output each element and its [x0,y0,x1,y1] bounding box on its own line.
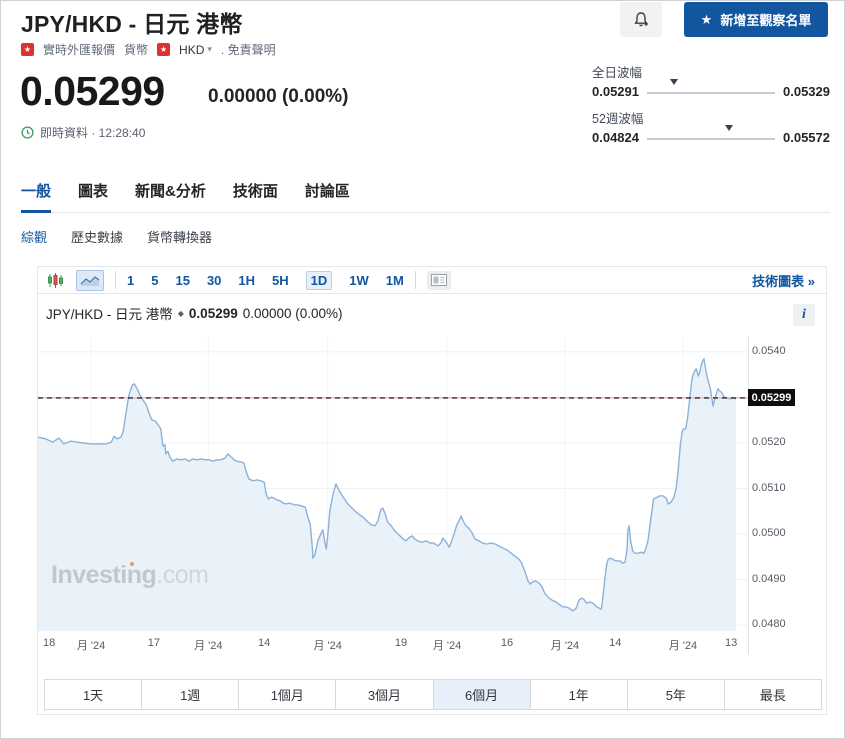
day-range-label: 全日波幅 [592,66,643,80]
technical-chart-link[interactable]: 技術圖表 » [752,271,826,290]
interval-30[interactable]: 30 [207,273,221,288]
bell-plus-icon [632,11,650,29]
timeframe-1week[interactable]: 1週 [142,680,240,709]
timeframe-max[interactable]: 最長 [724,680,821,709]
day-range-row: 0.05291 0.05329 [592,78,830,104]
pair-selector[interactable]: HKD ▾ [179,43,212,57]
day-range-track [647,78,775,104]
y-tick-label: 0.0520 [752,435,786,448]
timeframe-6months[interactable]: 6個月 [433,680,531,709]
x-tick-label: 14 [609,637,622,649]
page-title: JPY/HKD - 日元 港幣 [21,11,243,37]
day-range-high: 0.05329 [783,84,830,99]
news-panel-icon[interactable] [426,270,451,290]
sub-nav: 綜觀 歷史數據 貨幣轉換器 [21,227,212,246]
interval-1d[interactable]: 1D [305,270,333,290]
x-tick-label: 19 [394,637,408,649]
x-tick-label: 月 '24 [668,640,698,652]
interval-1h[interactable]: 1H [238,273,255,288]
breadcrumb-item-currency[interactable]: 貨幣 [124,41,148,58]
info-button[interactable]: i [793,304,815,326]
x-tick-label: 月 '24 [194,640,223,652]
y-tick-label: 0.0510 [752,481,786,494]
main-tabs: 一般 圖表 新聞&分析 技術面 討論區 [21,180,350,213]
chart-toolbar: 1 5 15 30 1H 5H 1D 1W 1M 技術圖表 » [38,267,826,294]
area-chart-icon[interactable] [76,269,104,291]
x-tick-label: 18 [43,637,56,649]
timeframe-1day[interactable]: 1天 [45,680,143,709]
toolbar-separator [115,271,116,289]
pair-label: HKD [179,42,205,57]
chart-title-change: 0.00000 (0.00%) [242,305,343,321]
candlestick-chart-icon[interactable] [44,270,66,291]
chart-instrument-name: JPY/HKD - 日元 港幣 [46,307,173,322]
alert-bell-button[interactable] [620,2,662,37]
week52-range-track [647,124,775,150]
y-axis-line [748,336,749,654]
timeframe-1month[interactable]: 1個月 [239,680,337,709]
x-tick-label: 月 '24 [76,640,106,652]
interval-5[interactable]: 5 [151,273,158,288]
y-tick-label: 0.0480 [752,618,786,631]
week52-range-row: 0.04824 0.05572 [592,124,830,150]
y-tick-label: 0.0500 [752,527,786,540]
timeframe-1year[interactable]: 1年 [530,680,628,709]
chart-title-row: JPY/HKD - 日元 港幣 ◆ 0.05299 0.00000 (0.00%… [46,303,343,323]
y-tick-label: 0.0490 [752,572,786,585]
realtime-label: 即時資料 · 12:28:40 [40,126,146,140]
breadcrumb-item-realtime[interactable]: 實時外匯報價 [43,41,115,58]
subnav-currency-converter[interactable]: 貨幣轉換器 [147,227,212,246]
forex-quote-page: { "page": { "header": { "title": "JPY/HK… [0,0,845,739]
tab-news-analysis[interactable]: 新聞&分析 [135,180,206,213]
clock-icon [21,126,34,139]
diamond-icon: ◆ [177,308,184,318]
x-tick-label: 17 [147,637,160,649]
star-icon: ★ [700,11,713,27]
x-tick-label: 16 [500,637,514,649]
week52-range-high: 0.05572 [783,130,830,145]
chart-card: 1 5 15 30 1H 5H 1D 1W 1M 技術圖表 » JPY/HKD … [37,266,827,715]
week52-range-label: 52週波幅 [592,112,644,126]
week52-range-low: 0.04824 [592,130,639,145]
x-tick-label: 13 [724,637,738,649]
interval-5h[interactable]: 5H [272,273,289,288]
subnav-historical-data[interactable]: 歷史數據 [71,227,123,246]
hk-flag-icon: ★ [157,43,171,56]
interval-group: 1 5 15 30 1H 5H 1D 1W 1M [127,270,404,290]
interval-1w[interactable]: 1W [349,273,369,288]
day-range-low: 0.05291 [592,84,639,99]
price-chart[interactable]: 0.05400.05300.05200.05100.05000.04900.04… [38,336,795,654]
flag-icon: ★ [21,43,34,56]
interval-1m[interactable]: 1M [386,273,404,288]
x-tick-label: 月 '24 [313,640,342,652]
timeframe-5years[interactable]: 5年 [627,680,725,709]
tab-general[interactable]: 一般 [21,180,52,213]
add-to-watchlist-button[interactable]: ★ 新增至觀察名單 [684,2,828,37]
timeframe-3months[interactable]: 3個月 [336,680,434,709]
price-change: 0.00000 (0.00%) [208,86,349,107]
breadcrumb: ★ 實時外匯報價 貨幣 ★ HKD ▾ . 免責聲明 [21,41,276,58]
interval-15[interactable]: 15 [175,273,189,288]
interval-1[interactable]: 1 [127,273,134,288]
tab-technical[interactable]: 技術面 [233,180,278,213]
timeframe-buttons: 1天 1週 1個月 3個月 6個月 1年 5年 最長 [44,679,822,710]
x-tick-label: 月 '24 [432,640,462,652]
x-tick-label: 14 [258,637,271,649]
chart-title-price: 0.05299 [188,305,238,321]
tab-discussion[interactable]: 討論區 [305,180,350,213]
realtime-row: 即時資料 · 12:28:40 [21,124,145,141]
subnav-overview[interactable]: 綜觀 [21,227,47,246]
toolbar-separator [414,271,416,289]
watchlist-button-label: 新增至觀察名單 [720,13,812,28]
current-price: 0.05299 [20,68,165,114]
ranges-panel: 全日波幅 0.05291 0.05329 52週波幅 0.04824 0.055… [592,62,830,154]
investing-watermark: Investing.com [51,561,209,589]
tab-chart[interactable]: 圖表 [78,180,108,213]
current-price-badge: 0.05299 [748,389,795,407]
x-tick-label: 月 '24 [550,640,580,652]
y-tick-label: 0.0540 [752,344,786,357]
disclaimer-link[interactable]: . 免責聲明 [221,41,276,58]
chevron-down-icon: ▾ [207,44,212,54]
